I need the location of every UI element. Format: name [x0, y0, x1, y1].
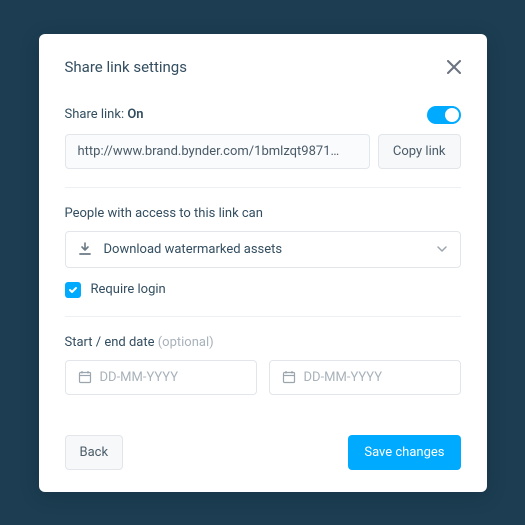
- link-row: http://www.brand.bynder.com/1bmlzqt9871……: [65, 134, 461, 169]
- checkmark-icon: [68, 285, 78, 295]
- share-link-toggle[interactable]: [427, 106, 461, 124]
- calendar-icon: [282, 370, 296, 384]
- end-date-placeholder: DD-MM-YYYY: [304, 370, 383, 385]
- access-label: People with access to this link can: [65, 206, 461, 221]
- require-login-checkbox[interactable]: [65, 282, 81, 298]
- copy-link-button[interactable]: Copy link: [378, 134, 461, 169]
- require-login-label: Require login: [91, 282, 166, 297]
- date-row: DD-MM-YYYY DD-MM-YYYY: [65, 360, 461, 395]
- dates-label: Start / end date (optional): [65, 335, 461, 350]
- modal-header: Share link settings: [65, 58, 461, 76]
- chevron-down-icon: [436, 243, 448, 255]
- dates-label-text: Start / end date: [65, 335, 158, 350]
- share-link-label-prefix: Share link:: [65, 107, 128, 122]
- access-select-value: Download watermarked assets: [104, 242, 283, 257]
- close-icon[interactable]: [447, 60, 461, 74]
- save-changes-button[interactable]: Save changes: [348, 435, 460, 470]
- modal-title: Share link settings: [65, 58, 187, 76]
- share-link-settings-modal: Share link settings Share link: On http:…: [39, 34, 487, 492]
- share-url-input[interactable]: http://www.brand.bynder.com/1bmlzqt9871…: [65, 134, 370, 169]
- download-icon: [78, 242, 92, 256]
- dates-optional: (optional): [158, 335, 214, 350]
- share-link-status: On: [127, 107, 143, 122]
- modal-footer: Back Save changes: [65, 435, 461, 470]
- start-date-input[interactable]: DD-MM-YYYY: [65, 360, 257, 395]
- require-login-row: Require login: [65, 282, 461, 298]
- share-link-status-row: Share link: On: [65, 106, 461, 124]
- calendar-icon: [78, 370, 92, 384]
- back-button[interactable]: Back: [65, 435, 124, 470]
- divider: [65, 187, 461, 188]
- start-date-placeholder: DD-MM-YYYY: [100, 370, 179, 385]
- end-date-input[interactable]: DD-MM-YYYY: [269, 360, 461, 395]
- divider: [65, 316, 461, 317]
- access-select[interactable]: Download watermarked assets: [65, 231, 461, 268]
- share-link-status-label: Share link: On: [65, 107, 144, 122]
